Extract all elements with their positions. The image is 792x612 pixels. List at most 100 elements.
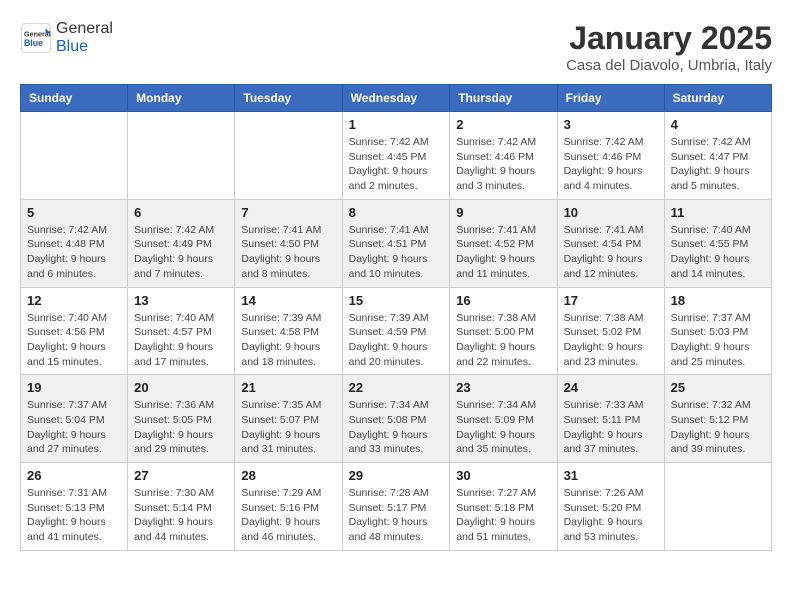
day-info: Sunrise: 7:33 AMSunset: 5:11 PMDaylight:…: [564, 398, 658, 457]
calendar-cell: 13 Sunrise: 7:40 AMSunset: 4:57 PMDayligh…: [128, 287, 235, 375]
day-number: 18: [671, 293, 765, 308]
day-number: 26: [27, 468, 121, 483]
day-number: 4: [671, 117, 765, 132]
weekday-header-monday: Monday: [128, 85, 235, 112]
calendar-week-4: 19 Sunrise: 7:37 AMSunset: 5:04 PMDayligh…: [21, 375, 772, 463]
day-info: Sunrise: 7:34 AMSunset: 5:09 PMDaylight:…: [456, 398, 550, 457]
day-info: Sunrise: 7:34 AMSunset: 5:08 PMDaylight:…: [349, 398, 444, 457]
day-info: Sunrise: 7:35 AMSunset: 5:07 PMDaylight:…: [241, 398, 335, 457]
calendar-cell: [21, 112, 128, 200]
day-number: 7: [241, 205, 335, 220]
day-info: Sunrise: 7:42 AMSunset: 4:45 PMDaylight:…: [349, 135, 444, 194]
day-info: Sunrise: 7:30 AMSunset: 5:14 PMDaylight:…: [134, 486, 228, 545]
day-info: Sunrise: 7:28 AMSunset: 5:17 PMDaylight:…: [349, 486, 444, 545]
title-block: January 2025 Casa del Diavolo, Umbria, I…: [566, 20, 772, 74]
day-info: Sunrise: 7:29 AMSunset: 5:16 PMDaylight:…: [241, 486, 335, 545]
day-info: Sunrise: 7:41 AMSunset: 4:51 PMDaylight:…: [349, 223, 444, 282]
day-info: Sunrise: 7:38 AMSunset: 5:02 PMDaylight:…: [564, 311, 658, 370]
day-info: Sunrise: 7:37 AMSunset: 5:04 PMDaylight:…: [27, 398, 121, 457]
day-info: Sunrise: 7:40 AMSunset: 4:57 PMDaylight:…: [134, 311, 228, 370]
day-number: 27: [134, 468, 228, 483]
calendar-cell: 1 Sunrise: 7:42 AMSunset: 4:45 PMDaylight…: [342, 112, 450, 200]
day-number: 5: [27, 205, 121, 220]
logo: General Blue General Blue: [20, 20, 113, 56]
calendar-cell: 12 Sunrise: 7:40 AMSunset: 4:56 PMDayligh…: [21, 287, 128, 375]
calendar-subtitle: Casa del Diavolo, Umbria, Italy: [566, 57, 772, 74]
calendar-cell: 15Sunrise: 7:39 AMSunset: 4:59 PMDayligh…: [342, 287, 450, 375]
day-number: 6: [134, 205, 228, 220]
calendar-cell: 18 Sunrise: 7:37 AMSunset: 5:03 PMDayligh…: [664, 287, 771, 375]
weekday-header-saturday: Saturday: [664, 85, 771, 112]
calendar-cell: 24 Sunrise: 7:33 AMSunset: 5:11 PMDayligh…: [557, 375, 664, 463]
weekday-header-row: SundayMondayTuesdayWednesdayThursdayFrid…: [21, 85, 772, 112]
day-number: 1: [349, 117, 444, 132]
day-info: Sunrise: 7:38 AMSunset: 5:00 PMDaylight:…: [456, 311, 550, 370]
day-number: 31: [564, 468, 658, 483]
calendar-cell: 27 Sunrise: 7:30 AMSunset: 5:14 PMDayligh…: [128, 463, 235, 551]
calendar-cell: 8 Sunrise: 7:41 AMSunset: 4:51 PMDaylight…: [342, 199, 450, 287]
weekday-header-friday: Friday: [557, 85, 664, 112]
calendar-cell: 28Sunrise: 7:29 AMSunset: 5:16 PMDayligh…: [235, 463, 342, 551]
calendar-week-1: 1 Sunrise: 7:42 AMSunset: 4:45 PMDaylight…: [21, 112, 772, 200]
day-number: 16: [456, 293, 550, 308]
day-info: Sunrise: 7:42 AMSunset: 4:46 PMDaylight:…: [456, 135, 550, 194]
calendar-cell: 25 Sunrise: 7:32 AMSunset: 5:12 PMDayligh…: [664, 375, 771, 463]
calendar-cell: 29 Sunrise: 7:28 AMSunset: 5:17 PMDayligh…: [342, 463, 450, 551]
calendar-cell: 3 Sunrise: 7:42 AMSunset: 4:46 PMDaylight…: [557, 112, 664, 200]
day-number: 25: [671, 380, 765, 395]
day-number: 24: [564, 380, 658, 395]
day-number: 10: [564, 205, 658, 220]
weekday-header-sunday: Sunday: [21, 85, 128, 112]
day-number: 14: [241, 293, 335, 308]
day-info: Sunrise: 7:41 AMSunset: 4:54 PMDaylight:…: [564, 223, 658, 282]
logo-icon: General Blue: [20, 22, 52, 54]
calendar-cell: 22 Sunrise: 7:34 AMSunset: 5:08 PMDayligh…: [342, 375, 450, 463]
day-number: 8: [349, 205, 444, 220]
logo-blue-text: Blue: [56, 38, 88, 55]
calendar-cell: 19 Sunrise: 7:37 AMSunset: 5:04 PMDayligh…: [21, 375, 128, 463]
calendar-body: 1 Sunrise: 7:42 AMSunset: 4:45 PMDaylight…: [21, 112, 772, 551]
day-number: 3: [564, 117, 658, 132]
day-info: Sunrise: 7:41 AMSunset: 4:50 PMDaylight:…: [241, 223, 335, 282]
day-number: 21: [241, 380, 335, 395]
calendar-table: SundayMondayTuesdayWednesdayThursdayFrid…: [20, 84, 772, 551]
day-info: Sunrise: 7:27 AMSunset: 5:18 PMDaylight:…: [456, 486, 550, 545]
day-number: 22: [349, 380, 444, 395]
calendar-cell: [128, 112, 235, 200]
calendar-cell: 7 Sunrise: 7:41 AMSunset: 4:50 PMDaylight…: [235, 199, 342, 287]
calendar-title: January 2025: [566, 20, 772, 57]
day-number: 12: [27, 293, 121, 308]
day-number: 11: [671, 205, 765, 220]
day-info: Sunrise: 7:42 AMSunset: 4:49 PMDaylight:…: [134, 223, 228, 282]
calendar-cell: [235, 112, 342, 200]
calendar-cell: 5Sunrise: 7:42 AMSunset: 4:48 PMDaylight…: [21, 199, 128, 287]
calendar-cell: 23 Sunrise: 7:34 AMSunset: 5:09 PMDayligh…: [450, 375, 557, 463]
weekday-header-thursday: Thursday: [450, 85, 557, 112]
calendar-cell: 11Sunrise: 7:40 AMSunset: 4:55 PMDayligh…: [664, 199, 771, 287]
calendar-cell: 20Sunrise: 7:36 AMSunset: 5:05 PMDayligh…: [128, 375, 235, 463]
day-number: 13: [134, 293, 228, 308]
day-info: Sunrise: 7:39 AMSunset: 4:58 PMDaylight:…: [241, 311, 335, 370]
page-header: General Blue General Blue January 2025 C…: [20, 20, 772, 74]
day-info: Sunrise: 7:39 AMSunset: 4:59 PMDaylight:…: [349, 311, 444, 370]
day-number: 29: [349, 468, 444, 483]
day-number: 9: [456, 205, 550, 220]
calendar-cell: 31Sunrise: 7:26 AMSunset: 5:20 PMDayligh…: [557, 463, 664, 551]
weekday-header-tuesday: Tuesday: [235, 85, 342, 112]
day-number: 23: [456, 380, 550, 395]
day-number: 17: [564, 293, 658, 308]
calendar-cell: 9Sunrise: 7:41 AMSunset: 4:52 PMDaylight…: [450, 199, 557, 287]
day-info: Sunrise: 7:37 AMSunset: 5:03 PMDaylight:…: [671, 311, 765, 370]
calendar-cell: 21 Sunrise: 7:35 AMSunset: 5:07 PMDayligh…: [235, 375, 342, 463]
calendar-week-2: 5Sunrise: 7:42 AMSunset: 4:48 PMDaylight…: [21, 199, 772, 287]
day-info: Sunrise: 7:42 AMSunset: 4:46 PMDaylight:…: [564, 135, 658, 194]
day-number: 19: [27, 380, 121, 395]
calendar-cell: 4 Sunrise: 7:42 AMSunset: 4:47 PMDaylight…: [664, 112, 771, 200]
day-info: Sunrise: 7:42 AMSunset: 4:47 PMDaylight:…: [671, 135, 765, 194]
day-info: Sunrise: 7:40 AMSunset: 4:56 PMDaylight:…: [27, 311, 121, 370]
day-info: Sunrise: 7:36 AMSunset: 5:05 PMDaylight:…: [134, 398, 228, 457]
day-number: 30: [456, 468, 550, 483]
day-info: Sunrise: 7:32 AMSunset: 5:12 PMDaylight:…: [671, 398, 765, 457]
svg-text:Blue: Blue: [24, 38, 43, 48]
calendar-cell: 6 Sunrise: 7:42 AMSunset: 4:49 PMDaylight…: [128, 199, 235, 287]
